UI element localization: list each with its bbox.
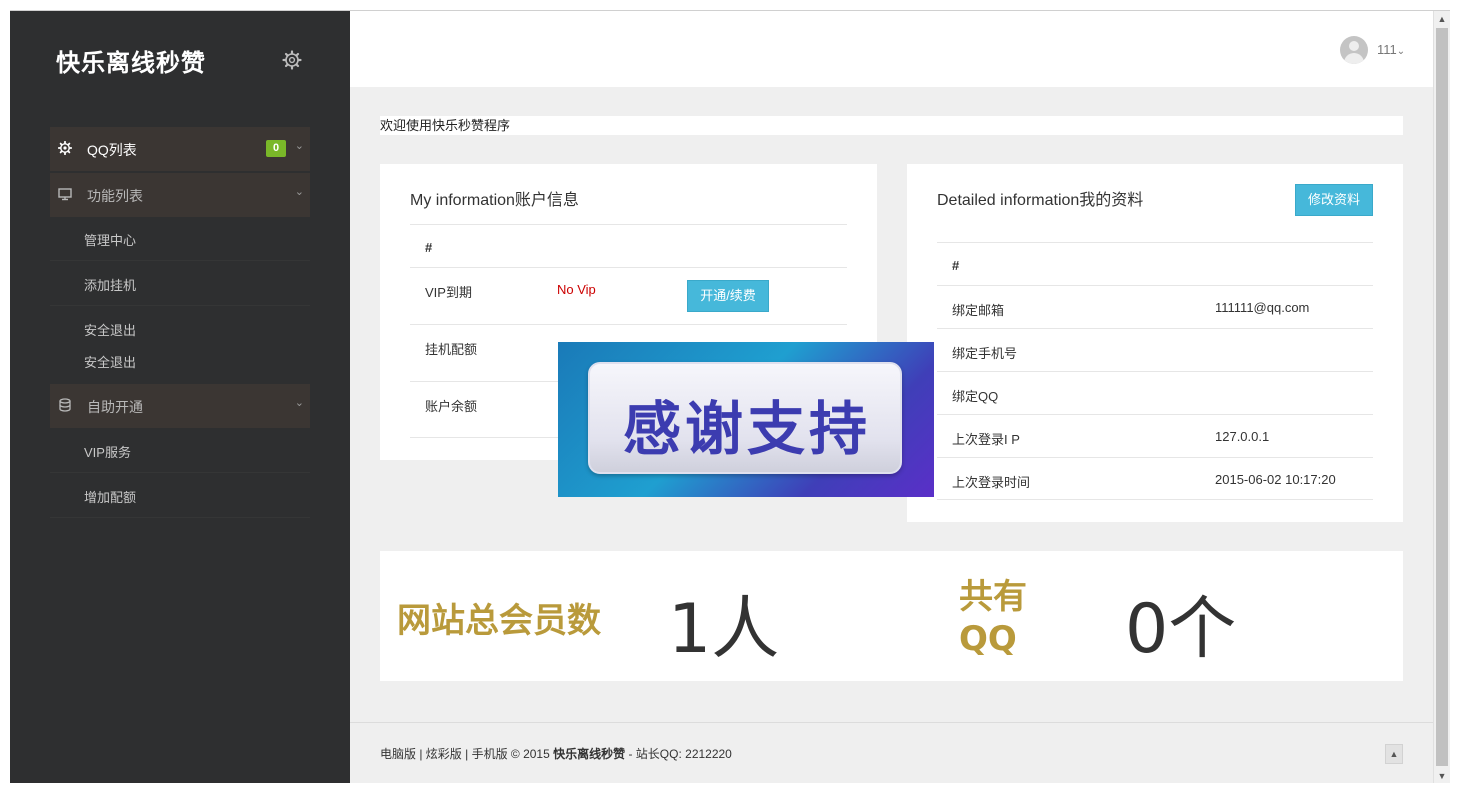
sidebar-item-label: 安全退出: [84, 323, 137, 338]
menu-group-label: QQ列表: [87, 142, 137, 158]
profile-info-panel: Detailed information我的资料 修改资料 # 绑定邮箱 111…: [907, 164, 1403, 522]
chevron-down-icon: ⌄: [294, 186, 304, 198]
table-row: VIP到期 No Vip 开通/续费: [410, 267, 847, 324]
promo-overlay[interactable]: 感谢支持: [558, 342, 934, 497]
footer-site-name: 快乐离线秒赞: [553, 747, 626, 761]
qq-count-value: 0个: [1125, 590, 1237, 669]
gear-icon[interactable]: [282, 50, 302, 70]
menu-group-functions[interactable]: 功能列表 ⌄: [50, 173, 310, 217]
chevron-down-icon: ⌄: [294, 397, 304, 409]
row-label: 绑定QQ: [952, 389, 999, 404]
footer-text: 电脑版 | 炫彩版 | 手机版 © 2015 快乐离线秒赞 - 站长QQ: 22…: [380, 745, 732, 762]
sidebar-item-label: VIP服务: [84, 445, 131, 460]
user-menu[interactable]: 111⌄: [1377, 42, 1405, 57]
sidebar-item-label: 添加挂机: [84, 278, 137, 293]
row-label: 挂机配额: [425, 342, 478, 357]
row-value: 111111@qq.com: [1215, 300, 1310, 315]
scroll-to-top-button[interactable]: ▲: [1385, 744, 1403, 764]
menu-group-label: 功能列表: [87, 188, 143, 204]
chevron-down-icon: ⌄: [294, 140, 304, 152]
row-label: 绑定邮箱: [952, 303, 1005, 318]
renew-vip-button[interactable]: 开通/续费: [687, 280, 769, 312]
vip-status-value: No Vip: [557, 282, 596, 297]
row-label: VIP到期: [425, 285, 472, 300]
table-header-row: #: [410, 224, 847, 267]
scrollbar-thumb[interactable]: [1436, 28, 1448, 766]
member-count-label: 网站总会员数: [397, 601, 601, 641]
promo-text: 感谢支持: [622, 395, 871, 463]
menu-group-qq-list[interactable]: QQ列表 0 ⌄: [50, 127, 310, 171]
table-row: 上次登录I P 127.0.0.1: [937, 414, 1373, 457]
edit-profile-button[interactable]: 修改资料: [1295, 184, 1373, 216]
table-row: 绑定手机号: [937, 328, 1373, 371]
qq-count-label-qq: QQ: [959, 619, 1017, 659]
table-header-hash: #: [425, 240, 433, 255]
row-label: 账户余额: [425, 399, 478, 414]
profile-table: # 绑定邮箱 111111@qq.com 绑定手机号 绑定QQ 上次登录I P …: [937, 242, 1373, 500]
promo-card: 感谢支持: [588, 362, 902, 474]
chevron-down-icon: ⌄: [1396, 46, 1406, 57]
footer-links[interactable]: 电脑版 | 炫彩版 | 手机版 © 2015: [380, 747, 553, 761]
sidebar-item-admin-center[interactable]: 管理中心: [50, 217, 310, 261]
table-header-row: #: [937, 242, 1373, 285]
menu-group-self-service[interactable]: 自助开通 ⌄: [50, 384, 310, 428]
member-count-value: 1人: [668, 590, 780, 669]
sidebar-item-logout-2[interactable]: 安全退出: [50, 339, 310, 383]
row-label: 绑定手机号: [952, 346, 1018, 361]
sidebar-item-label: 管理中心: [84, 233, 137, 248]
footer-contact: - 站长QQ: 2212220: [625, 747, 732, 761]
brand-title: 快乐离线秒赞: [56, 48, 206, 77]
monitor-icon: [58, 188, 72, 201]
row-label: 上次登录时间: [952, 475, 1031, 490]
browser-viewport: 快乐离线秒赞 QQ列表 0 ⌄ 功能列表 ⌄ 管理中心 添加挂机 安全退出 安全…: [10, 10, 1450, 783]
scrollbar[interactable]: ▲ ▼: [1433, 11, 1450, 783]
sidebar-item-vip-service[interactable]: VIP服务: [50, 429, 310, 473]
row-value: 2015-06-02 10:17:20: [1215, 472, 1336, 487]
database-icon: [59, 398, 71, 412]
avatar[interactable]: [1340, 36, 1368, 64]
username-label: 111: [1377, 42, 1397, 57]
row-label: 上次登录I P: [952, 432, 1020, 447]
panel-title: My information账户信息: [410, 192, 579, 209]
sidebar: 快乐离线秒赞 QQ列表 0 ⌄ 功能列表 ⌄ 管理中心 添加挂机 安全退出 安全…: [10, 11, 350, 783]
sidebar-item-add-hosting[interactable]: 添加挂机: [50, 262, 310, 306]
row-value: 127.0.0.1: [1215, 429, 1270, 444]
table-header-hash: #: [952, 258, 960, 273]
panel-title: Detailed information我的资料: [937, 192, 1144, 209]
footer: 电脑版 | 炫彩版 | 手机版 © 2015 快乐离线秒赞 - 站长QQ: 22…: [350, 722, 1433, 783]
table-row: 绑定邮箱 111111@qq.com: [937, 285, 1373, 328]
table-row: 绑定QQ: [937, 371, 1373, 414]
qq-count-label: 共有: [959, 577, 1027, 617]
scroll-down-arrow-icon[interactable]: ▼: [1434, 768, 1450, 783]
table-row: 上次登录时间 2015-06-02 10:17:20: [937, 457, 1373, 500]
welcome-message: 欢迎使用快乐秒赞程序: [380, 116, 1403, 135]
sidebar-item-add-quota[interactable]: 增加配额: [50, 474, 310, 518]
sidebar-item-label: 增加配额: [84, 490, 137, 505]
menu-group-label: 自助开通: [87, 399, 143, 415]
sidebar-item-label: 安全退出: [84, 355, 137, 370]
scroll-up-arrow-icon[interactable]: ▲: [1434, 11, 1450, 27]
qq-count-badge: 0: [266, 140, 286, 157]
top-bar: 111⌄: [350, 11, 1433, 87]
stats-panel: 网站总会员数 1人 共有 QQ 0个: [380, 551, 1403, 681]
gear-icon: [58, 141, 72, 155]
